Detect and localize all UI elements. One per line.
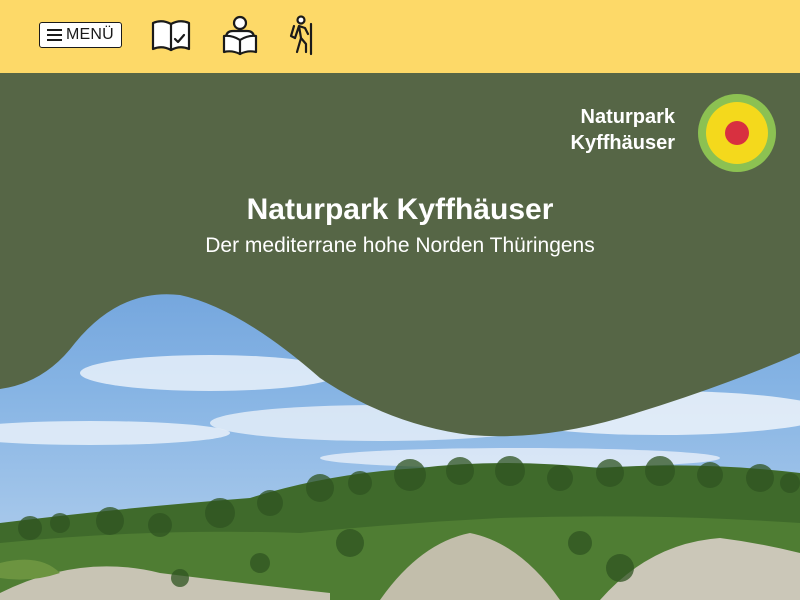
naturpark-logo-icon[interactable]: [697, 93, 777, 173]
hero-subtitle: Der mediterrane hohe Norden Thüringens: [205, 234, 595, 257]
hamburger-icon: [47, 29, 63, 41]
hero-title: Naturpark Kyffhäuser: [246, 193, 554, 226]
brand-wordmark[interactable]: Naturpark Kyffhäuser: [571, 104, 675, 156]
brand-line-2: Kyffhäuser: [570, 132, 675, 154]
top-bar: MENÜ: [0, 0, 800, 73]
menu-label: MENÜ: [66, 26, 114, 43]
menu-button[interactable]: MENÜ: [39, 22, 122, 48]
hero-section: Naturpark Kyffhäuser Naturpark Kyffhäuse…: [0, 73, 800, 600]
book-check-icon[interactable]: [150, 14, 192, 56]
hiker-icon[interactable]: [282, 14, 324, 56]
brand-line-1: Naturpark: [580, 106, 675, 128]
landscape-photo: [0, 73, 800, 600]
reader-icon[interactable]: [219, 14, 261, 56]
